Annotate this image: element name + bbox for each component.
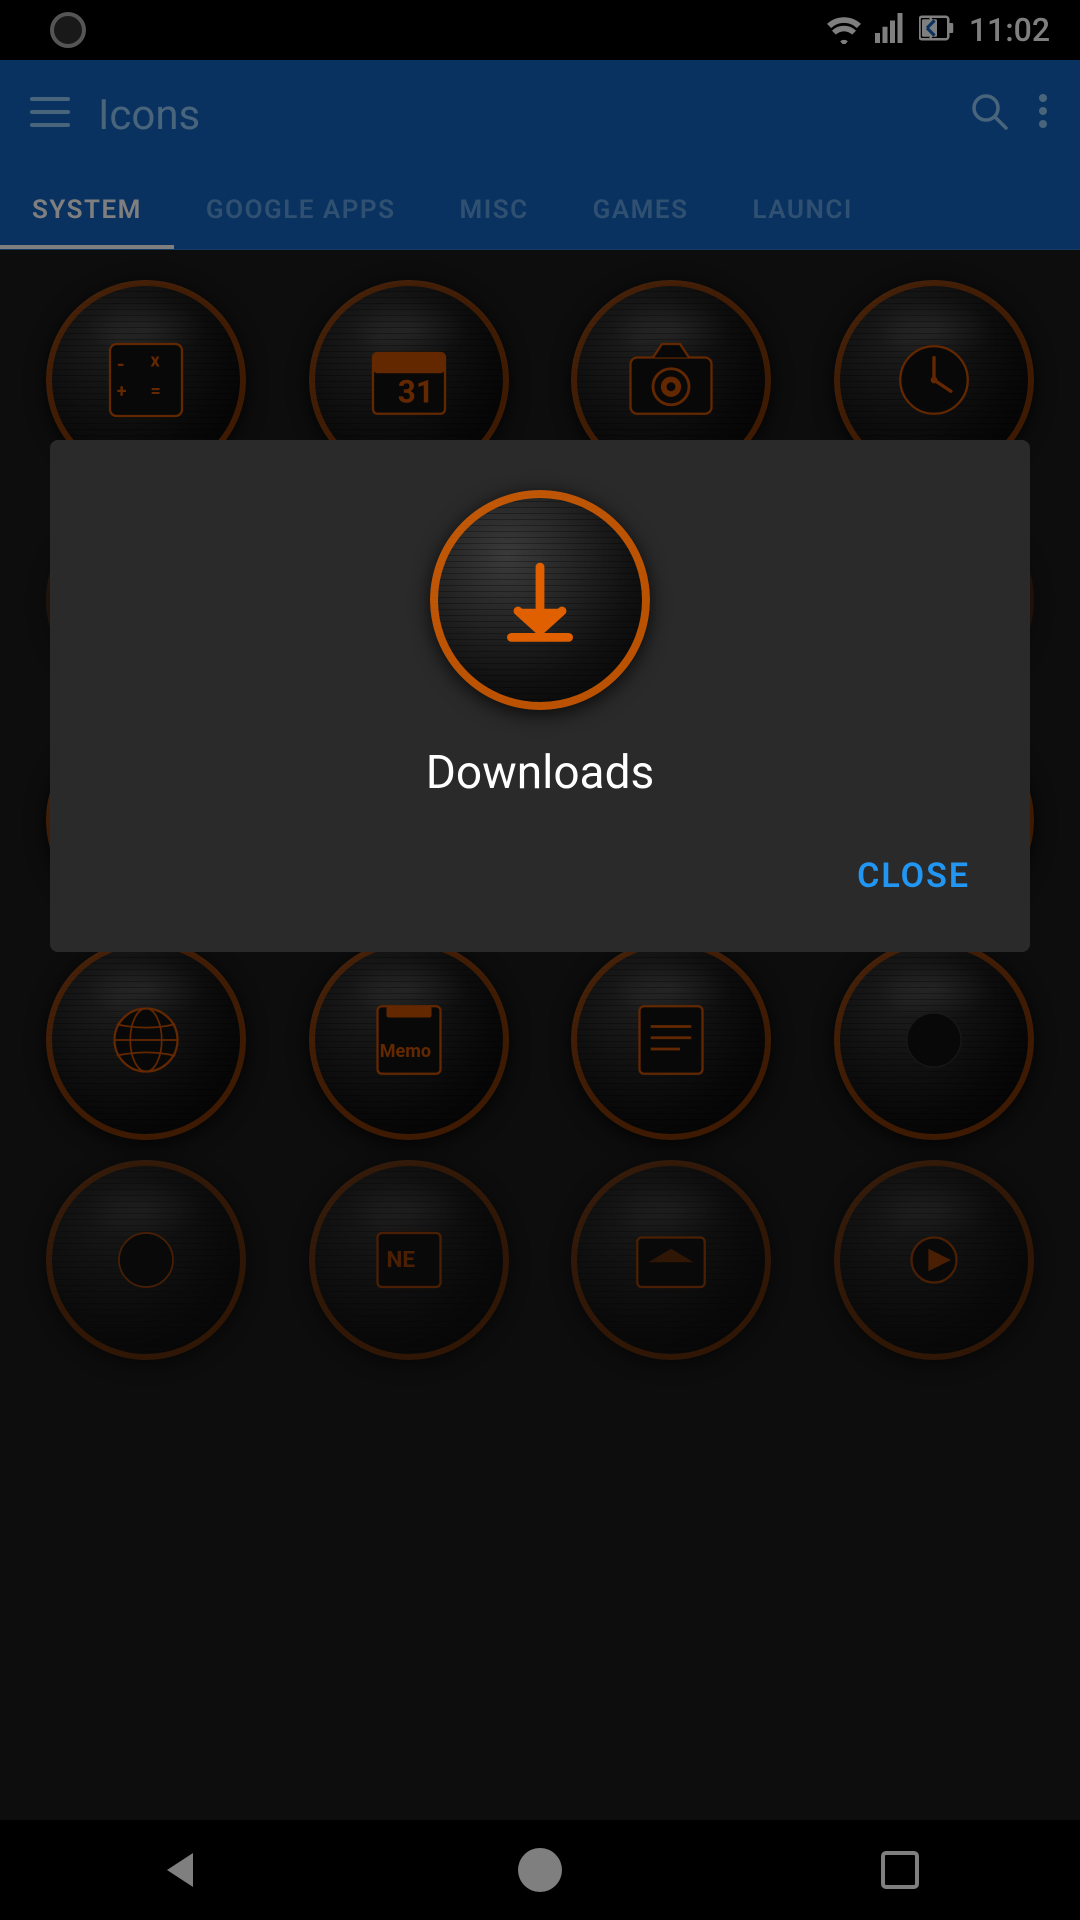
dialog-actions: CLOSE: [90, 840, 990, 912]
dialog-title: Downloads: [426, 746, 655, 800]
downloads-dialog-icon: [430, 490, 650, 710]
dialog-overlay[interactable]: [0, 0, 1080, 1920]
downloads-dialog: Downloads CLOSE: [50, 440, 1030, 952]
close-button[interactable]: CLOSE: [837, 840, 990, 912]
